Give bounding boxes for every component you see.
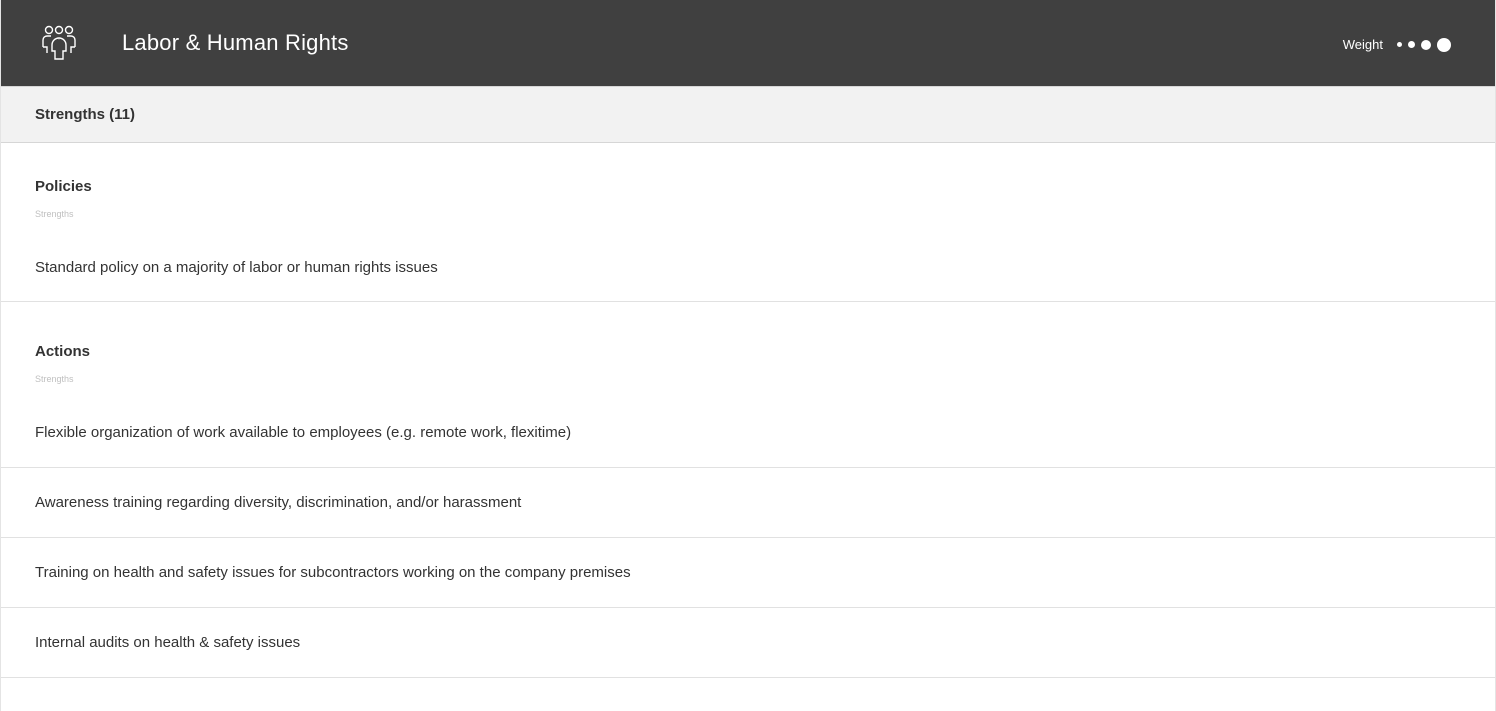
list-item: Internal audits on health & safety issue… bbox=[1, 608, 1495, 678]
theme-header: Labor & Human Rights Weight bbox=[1, 0, 1495, 86]
people-group-icon bbox=[41, 23, 77, 63]
weight-dot-2 bbox=[1408, 41, 1415, 48]
group-subtitle-actions: Strengths bbox=[35, 374, 74, 384]
weight-dot-1 bbox=[1397, 42, 1402, 47]
weight-dot-4 bbox=[1437, 37, 1451, 52]
list-item: Standard policy on a majority of labor o… bbox=[1, 233, 1495, 302]
list-item: Flexible organization of work available … bbox=[1, 398, 1495, 468]
weight-indicator: Weight bbox=[1343, 37, 1451, 52]
weight-dot-3 bbox=[1421, 39, 1431, 50]
weight-label: Weight bbox=[1342, 37, 1383, 52]
group-title-policies: Policies bbox=[35, 178, 92, 195]
list-item: Awareness training regarding diversity, … bbox=[1, 468, 1495, 538]
group-subtitle-policies: Strengths bbox=[35, 209, 74, 219]
list-item: Training on health and safety issues for… bbox=[1, 538, 1495, 608]
theme-title: Labor & Human Rights bbox=[122, 30, 349, 55]
theme-card: Labor & Human Rights Weight Strengths (1… bbox=[0, 0, 1496, 711]
strengths-section-header[interactable]: Strengths (11) bbox=[1, 86, 1495, 143]
group-title-actions: Actions bbox=[35, 343, 91, 360]
